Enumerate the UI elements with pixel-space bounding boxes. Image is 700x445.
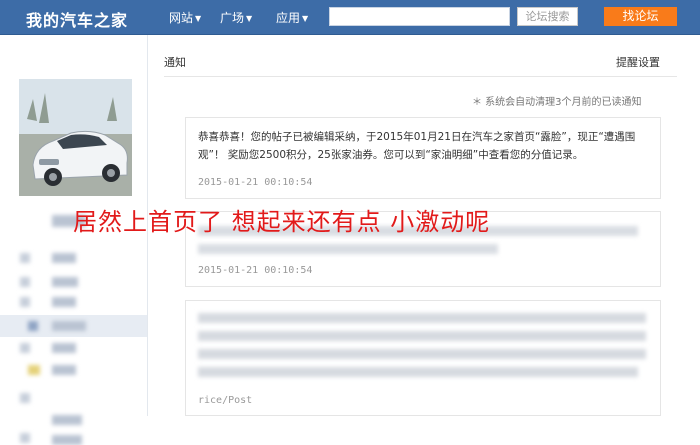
site-logo[interactable]: 我的汽车之家 — [26, 7, 128, 31]
notification-card: 恭喜恭喜！您的帖子已被编辑采纳，于2015年01月21日在汽车之家首页“露脸”，… — [185, 117, 661, 199]
blurred-text — [52, 253, 76, 263]
notification-text: 恭喜恭喜！您的帖子已被编辑采纳，于2015年01月21日在汽车之家首页“露脸”，… — [198, 131, 636, 161]
blurred-icon — [20, 253, 30, 263]
nav-menu-label: 网站 — [169, 11, 194, 25]
reminder-settings-link[interactable]: 提醒设置 — [616, 54, 660, 70]
blurred-text — [198, 313, 646, 323]
blurred-text — [52, 343, 76, 353]
blurred-text — [52, 415, 82, 425]
top-navigation-bar: 我的汽车之家 网站 ▼ 广场 ▼ 应用 ▼ 论坛搜索 找论坛 — [0, 0, 700, 35]
blurred-icon — [20, 277, 30, 287]
blurred-text — [198, 331, 646, 341]
car-photo-avatar — [19, 79, 132, 196]
blurred-icon — [28, 365, 40, 375]
blurred-text — [52, 321, 86, 331]
nav-menu-label: 应用 — [276, 11, 301, 25]
forum-search-button[interactable]: 论坛搜索 — [517, 7, 578, 26]
nav-menu-website[interactable]: 网站 ▼ — [169, 9, 201, 26]
user-avatar[interactable] — [19, 79, 132, 196]
notification-link-fragment: rice/Post — [198, 395, 253, 406]
blurred-text — [198, 349, 646, 359]
blurred-text — [52, 435, 82, 445]
blurred-icon — [20, 343, 30, 353]
notification-time: 2015-01-21 00:10:54 — [198, 177, 313, 188]
forum-search-input[interactable] — [329, 7, 510, 26]
notification-card: rice/Post — [185, 300, 661, 416]
caret-down-icon: ▼ — [195, 14, 202, 23]
blurred-icon — [20, 433, 30, 443]
notification-time: 2015-01-21 00:10:54 — [198, 265, 313, 276]
caret-down-icon: ▼ — [246, 14, 253, 23]
blurred-icon — [28, 321, 38, 331]
caret-down-icon: ▼ — [302, 14, 309, 23]
blurred-text — [198, 244, 498, 254]
overlay-caption: 居然上首页了 想起来还有点 小激动呢 — [73, 208, 491, 236]
nav-menu-square[interactable]: 广场 ▼ — [220, 9, 252, 26]
blurred-text — [52, 277, 78, 287]
blurred-text — [198, 367, 638, 377]
blurred-icon — [20, 297, 30, 307]
blurred-text — [52, 297, 76, 307]
tab-notifications[interactable]: 通知 — [164, 54, 186, 70]
sidebar-item-active[interactable] — [0, 315, 147, 337]
blurred-text — [52, 365, 76, 375]
blurred-icon — [20, 393, 30, 403]
auto-clean-tip: ＊ 系统会自动清理3个月前的已读通知 — [472, 97, 642, 108]
find-forum-button[interactable]: 找论坛 — [604, 7, 677, 26]
nav-menu-label: 广场 — [220, 11, 245, 25]
nav-menu-apps[interactable]: 应用 ▼ — [276, 9, 308, 26]
content-divider — [164, 76, 677, 77]
